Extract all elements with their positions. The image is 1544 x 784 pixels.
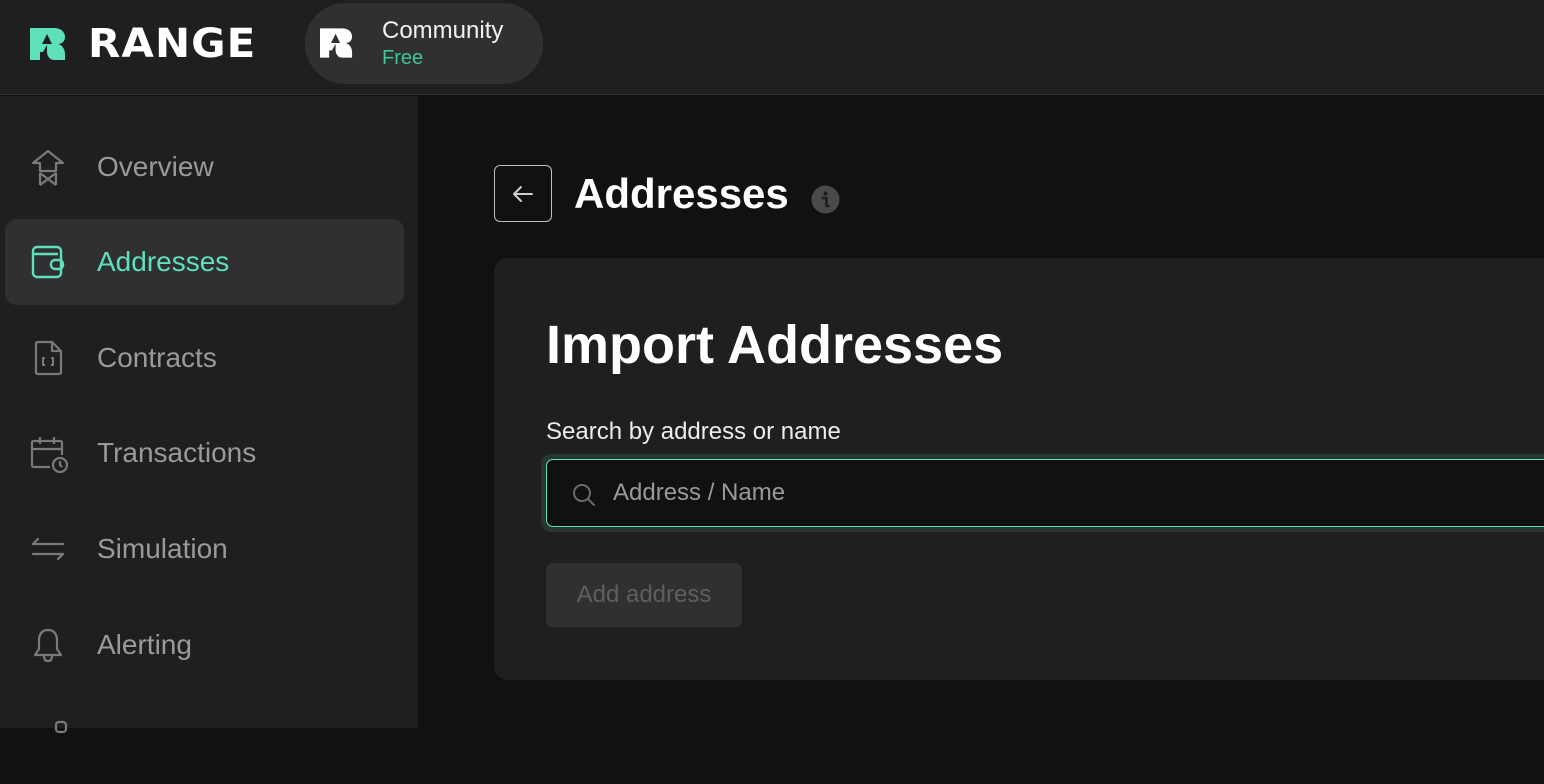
- search-field[interactable]: [546, 459, 1544, 527]
- sidebar-item-more[interactable]: [5, 698, 404, 784]
- sidebar-item-label: Contracts: [97, 342, 217, 373]
- search-field-wrapper: [541, 454, 1544, 532]
- sidebar-item-transactions[interactable]: Transactions: [5, 410, 404, 496]
- lock-icon: [28, 718, 68, 758]
- search-input[interactable]: [613, 460, 1513, 525]
- brand-logo[interactable]: RANGE: [30, 24, 255, 64]
- sidebar-item-label: Simulation: [97, 533, 228, 564]
- range-logo-icon: [30, 28, 65, 60]
- sidebar-item-alerting[interactable]: Alerting: [5, 602, 404, 688]
- bell-icon: [28, 625, 68, 665]
- sidebar-item-label: Overview: [97, 151, 214, 182]
- sidebar-item-label: Transactions: [97, 437, 257, 468]
- top-bar: RANGE Community Free: [0, 0, 1544, 95]
- info-icon[interactable]: [811, 185, 840, 214]
- page-title: Addresses: [574, 170, 789, 217]
- plan-name: Community: [382, 17, 504, 44]
- card-title: Import Addresses: [546, 315, 1004, 375]
- sidebar-item-contracts[interactable]: Contracts: [5, 315, 404, 401]
- sidebar-item-label: Alerting: [97, 629, 192, 660]
- back-button[interactable]: [494, 165, 552, 222]
- plan-switcher[interactable]: Community Free: [305, 3, 543, 84]
- add-address-button[interactable]: Add address: [546, 563, 742, 627]
- sidebar: Overview Addresses Contracts Transaction…: [0, 96, 418, 734]
- import-addresses-card: Import Addresses Search by address or na…: [494, 258, 1544, 680]
- wallet-icon: [28, 242, 68, 282]
- overview-icon: [28, 147, 68, 187]
- sidebar-item-overview[interactable]: Overview: [5, 124, 404, 210]
- contract-file-icon: [28, 338, 68, 378]
- workspace-logo-icon: [320, 28, 353, 58]
- main-content: Addresses Import Addresses Search by add…: [418, 96, 1544, 728]
- sidebar-item-simulation[interactable]: Simulation: [5, 506, 404, 592]
- arrows-exchange-icon: [28, 529, 68, 569]
- calendar-clock-icon: [28, 433, 68, 473]
- search-icon: [573, 484, 595, 506]
- plan-tier: Free: [382, 47, 424, 69]
- search-label: Search by address or name: [546, 418, 841, 445]
- sidebar-item-label: Addresses: [97, 246, 230, 277]
- arrow-left-icon: [513, 185, 533, 202]
- sidebar-item-addresses[interactable]: Addresses: [5, 219, 404, 305]
- brand-name: RANGE: [88, 21, 257, 67]
